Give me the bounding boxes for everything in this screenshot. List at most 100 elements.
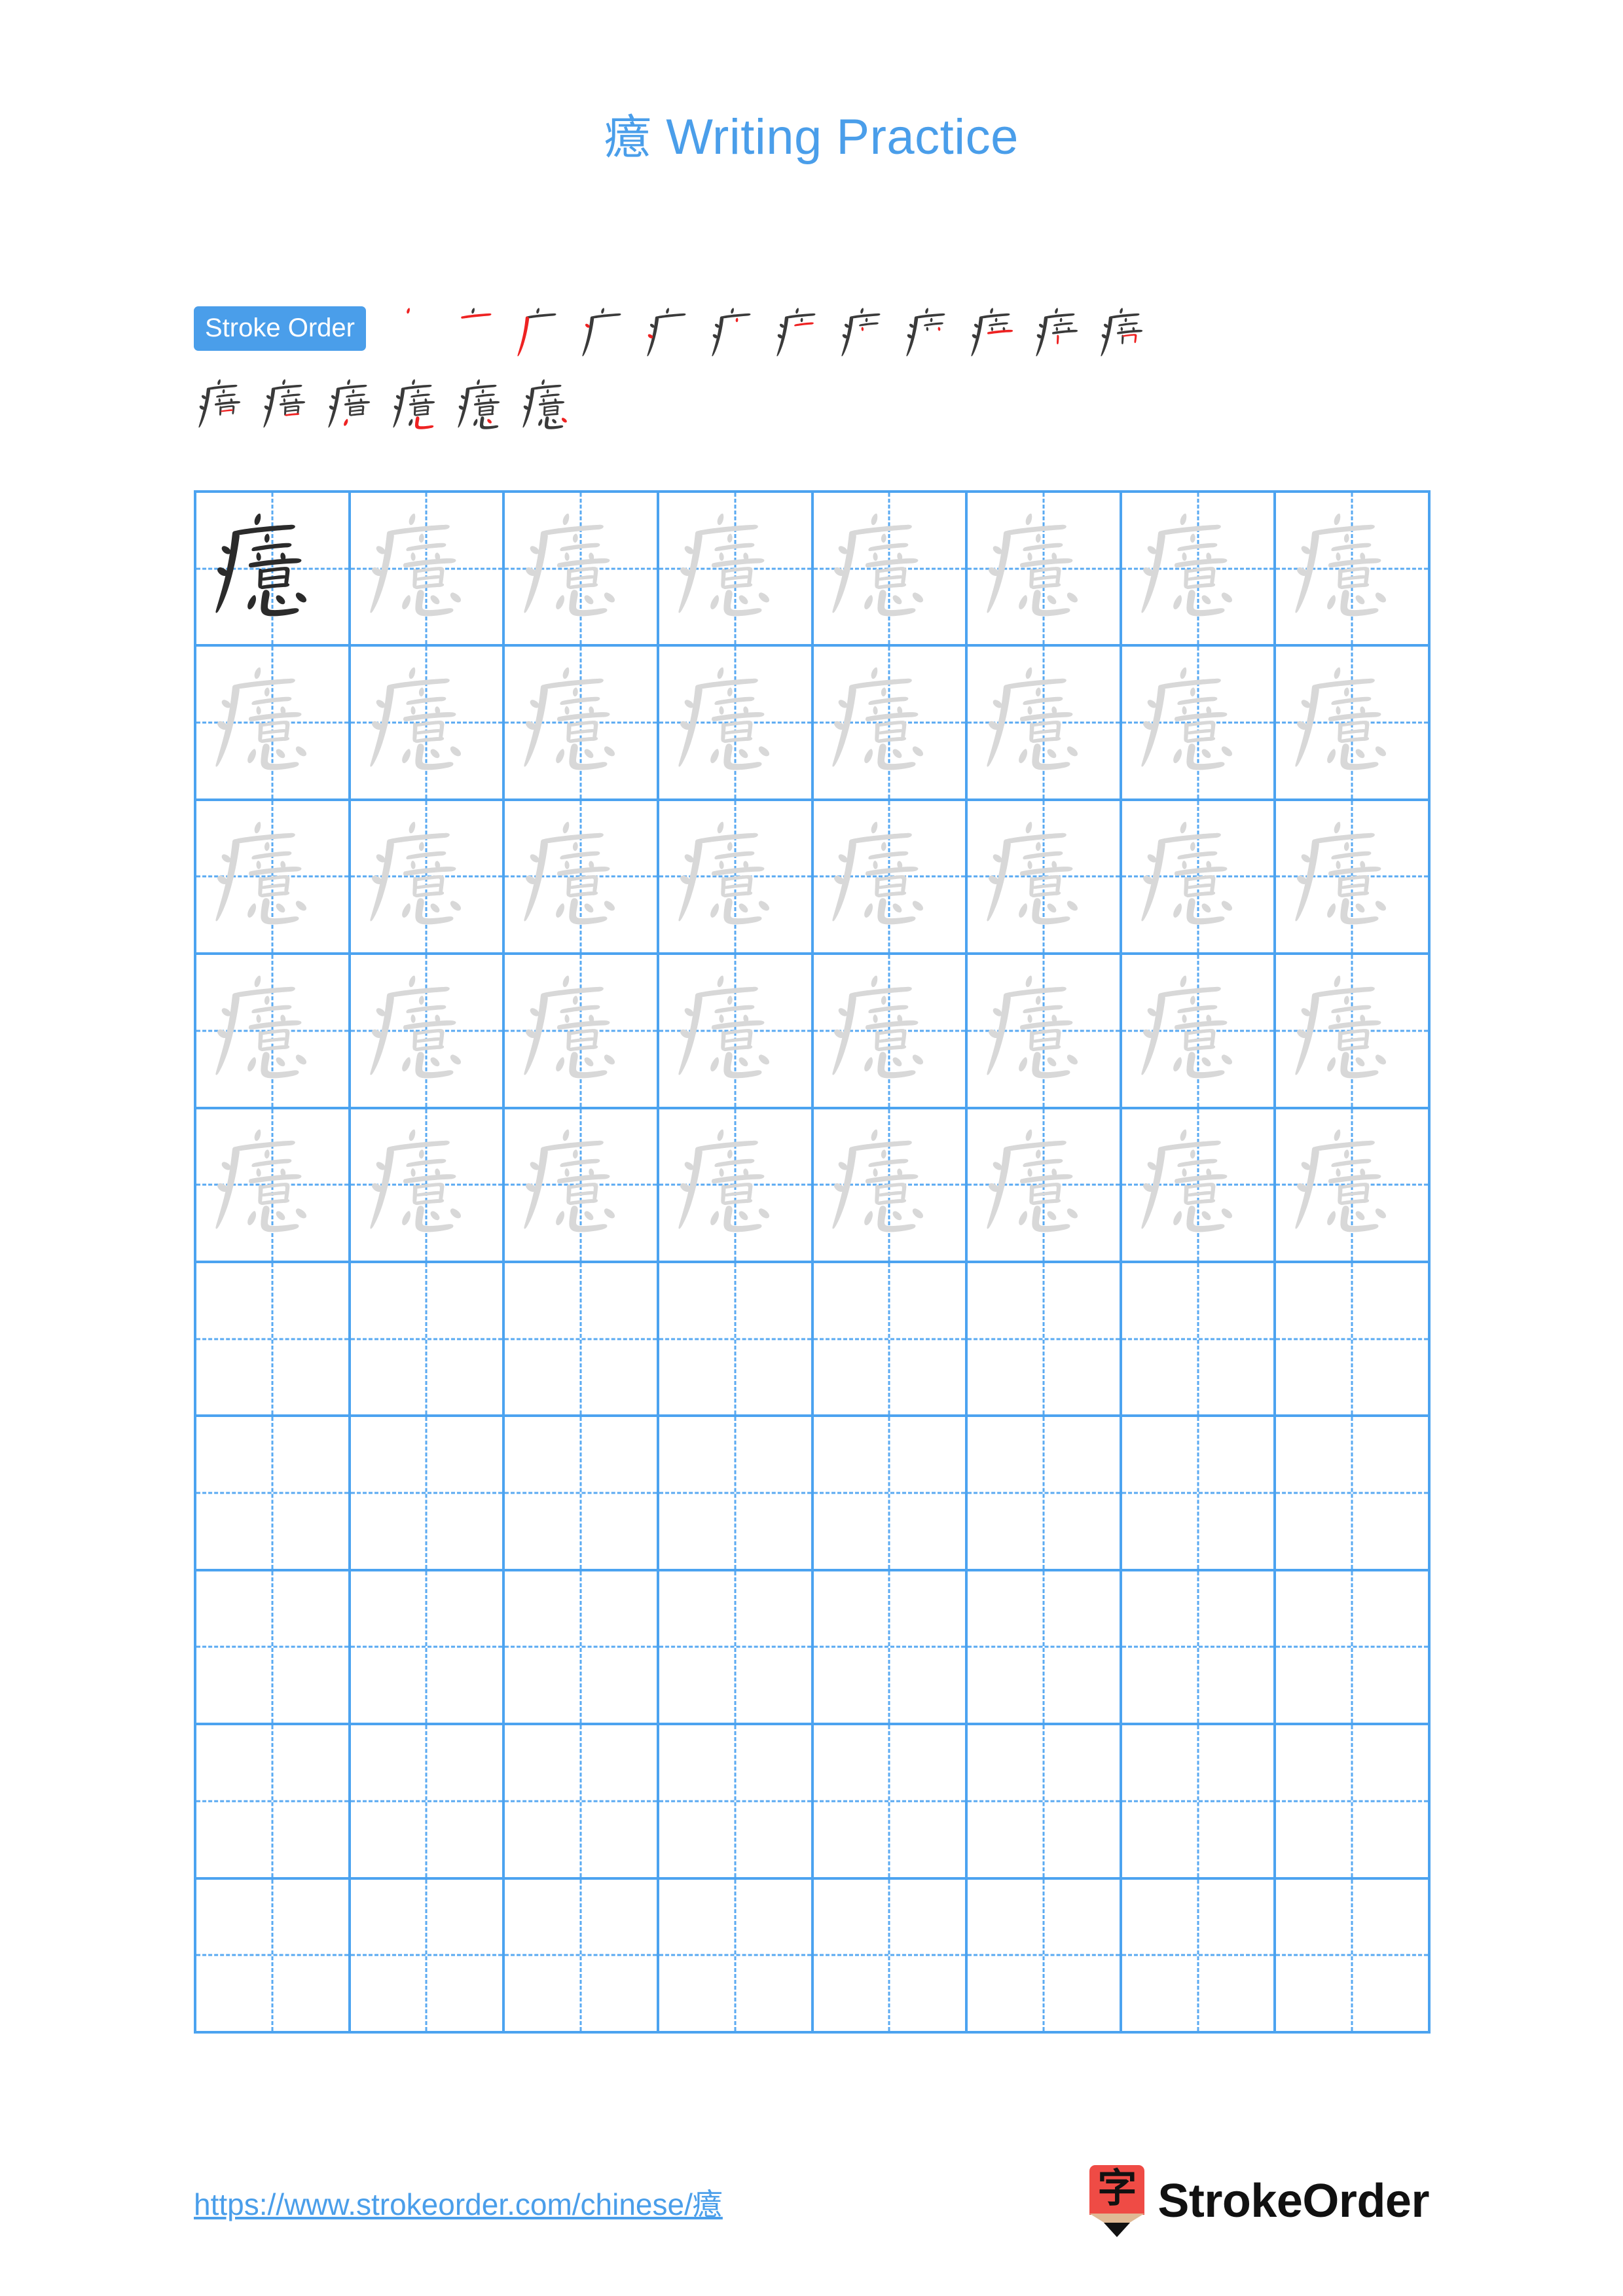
practice-cell-r4-c3[interactable] [505, 955, 659, 1109]
practice-cell-r1-c4[interactable] [659, 493, 814, 647]
practice-cell-r2-c5[interactable] [813, 647, 968, 801]
practice-cell-r4-c6[interactable] [968, 955, 1122, 1109]
practice-cell-r5-c7[interactable] [1122, 1109, 1277, 1263]
stroke-13 [261, 575, 287, 581]
stroke-4 [993, 853, 1002, 863]
practice-cell-r7-c7[interactable] [1122, 1417, 1277, 1571]
practice-cell-r4-c4[interactable] [659, 955, 814, 1109]
practice-cell-r5-c3[interactable] [505, 1109, 659, 1263]
practice-cell-r9-c1[interactable] [196, 1725, 351, 1880]
practice-cell-r8-c6[interactable] [968, 1571, 1122, 1726]
practice-cell-r3-c3[interactable] [505, 800, 659, 956]
practice-cell-r3-c2[interactable] [350, 800, 505, 956]
practice-cell-r9-c2[interactable] [350, 1725, 505, 1880]
practice-cell-r3-c8[interactable] [1276, 800, 1431, 956]
practice-cell-r10-c8[interactable] [1276, 1879, 1431, 2034]
practice-cell-r2-c1[interactable] [196, 647, 351, 801]
practice-cell-r10-c4[interactable] [659, 1879, 814, 2034]
practice-cell-r5-c5[interactable] [813, 1109, 968, 1263]
practice-cell-r8-c2[interactable] [350, 1571, 505, 1726]
stroke-17 [1201, 595, 1211, 605]
stroke-8 [348, 398, 351, 403]
practice-cell-r2-c4[interactable] [659, 647, 814, 801]
stroke-13 [723, 575, 750, 581]
practice-cell-r7-c8[interactable] [1276, 1417, 1431, 1571]
practice-cell-r9-c4[interactable] [659, 1725, 814, 1880]
stroke-order-step-6 [707, 302, 772, 367]
practice-cell-r1-c3[interactable] [505, 493, 659, 647]
practice-cell-r4-c5[interactable] [813, 955, 968, 1109]
practice-cell-r4-c8[interactable] [1276, 955, 1431, 1109]
practice-cell-r7-c5[interactable] [813, 1417, 968, 1571]
practice-cell-r5-c6[interactable] [968, 1109, 1122, 1263]
practice-cell-r2-c3[interactable] [505, 647, 659, 801]
practice-cell-r1-c6[interactable] [968, 493, 1122, 647]
practice-cell-r4-c1[interactable] [196, 955, 351, 1109]
practice-cell-r10-c2[interactable] [350, 1879, 505, 2034]
brand-logo-group[interactable]: 字 StrokeOrder [1089, 2165, 1429, 2237]
practice-cell-r3-c7[interactable] [1122, 800, 1277, 956]
practice-cell-r7-c4[interactable] [659, 1417, 814, 1571]
practice-cell-r2-c7[interactable] [1122, 647, 1277, 801]
practice-cell-r3-c4[interactable] [659, 800, 814, 956]
practice-cell-r7-c3[interactable] [505, 1417, 659, 1571]
practice-cell-r7-c2[interactable] [350, 1417, 505, 1571]
practice-cell-r8-c8[interactable] [1276, 1571, 1431, 1726]
practice-cell-r8-c7[interactable] [1122, 1571, 1277, 1726]
practice-cell-r10-c7[interactable] [1122, 1879, 1277, 2034]
practice-cell-r2-c8[interactable] [1276, 647, 1431, 801]
practice-cell-r9-c7[interactable] [1122, 1725, 1277, 1880]
stroke-7 [475, 393, 495, 398]
practice-cell-r8-c4[interactable] [659, 1571, 814, 1726]
practice-cell-r1-c5[interactable] [813, 493, 968, 647]
practice-cell-r6-c4[interactable] [659, 1263, 814, 1418]
practice-cell-r7-c6[interactable] [968, 1417, 1122, 1571]
practice-cell-r1-c7[interactable] [1122, 493, 1277, 647]
practice-cell-r8-c3[interactable] [505, 1571, 659, 1726]
practice-cell-r5-c2[interactable] [350, 1109, 505, 1263]
footer-url-link[interactable]: https://www.strokeorder.com/chinese/癔 [194, 2181, 723, 2224]
practice-cell-r10-c1[interactable] [196, 1879, 351, 2034]
stroke-13 [261, 1191, 287, 1197]
practice-cell-r4-c2[interactable] [350, 955, 505, 1109]
practice-cell-r10-c6[interactable] [968, 1879, 1122, 2034]
stroke-13 [415, 729, 441, 735]
practice-cell-r1-c2[interactable] [350, 493, 505, 647]
practice-cell-r3-c1[interactable] [196, 800, 351, 956]
stroke-14 [1030, 583, 1061, 589]
practice-cell-r6-c2[interactable] [350, 1263, 505, 1418]
practice-cell-r6-c1[interactable] [196, 1263, 351, 1418]
practice-cell-r1-c1[interactable] [196, 493, 351, 647]
practice-cell-r6-c6[interactable] [968, 1263, 1122, 1418]
practice-cell-r6-c7[interactable] [1122, 1263, 1277, 1418]
practice-cell-r5-c1[interactable] [196, 1109, 351, 1263]
practice-cell-r9-c6[interactable] [968, 1725, 1122, 1880]
practice-cell-r10-c3[interactable] [505, 1879, 659, 2034]
practice-cell-r8-c1[interactable] [196, 1571, 351, 1726]
stroke-7 [1023, 543, 1063, 551]
practice-cell-r8-c5[interactable] [813, 1571, 968, 1726]
stroke-4 [1103, 323, 1108, 328]
practice-cell-r3-c5[interactable] [813, 800, 968, 956]
stroke-4 [1301, 546, 1311, 554]
practice-cell-r5-c4[interactable] [659, 1109, 814, 1263]
practice-cell-r2-c6[interactable] [968, 647, 1122, 801]
practice-cell-r4-c7[interactable] [1122, 955, 1277, 1109]
stroke-step-glyph [263, 379, 306, 428]
practice-cell-r10-c5[interactable] [813, 1879, 968, 2034]
stroke-step-glyph [776, 308, 816, 357]
practice-cell-r2-c2[interactable] [350, 647, 505, 801]
practice-cell-r9-c5[interactable] [813, 1725, 968, 1880]
practice-cell-r6-c8[interactable] [1276, 1263, 1431, 1418]
practice-cell-r6-c5[interactable] [813, 1263, 968, 1418]
stroke-14 [568, 737, 598, 744]
practice-cell-r7-c1[interactable] [196, 1417, 351, 1571]
practice-cell-r5-c8[interactable] [1276, 1109, 1431, 1263]
stroke-4 [909, 323, 914, 328]
practice-cell-r1-c8[interactable] [1276, 493, 1431, 647]
stroke-4 [684, 853, 694, 863]
practice-cell-r9-c8[interactable] [1276, 1725, 1431, 1880]
practice-cell-r6-c3[interactable] [505, 1263, 659, 1418]
practice-cell-r9-c3[interactable] [505, 1725, 659, 1880]
practice-cell-r3-c6[interactable] [968, 800, 1122, 956]
